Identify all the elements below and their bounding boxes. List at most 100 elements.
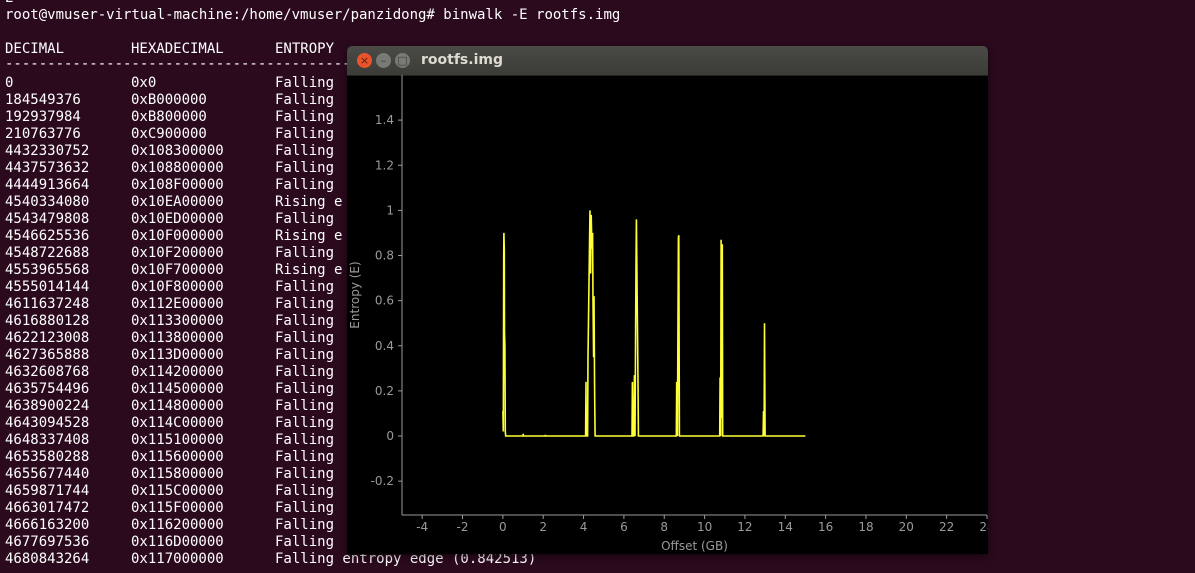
row-hexadecimal: 0x113300000: [131, 313, 224, 329]
row-entropy: Falling: [275, 517, 335, 533]
row-hexadecimal: 0x10F800000: [131, 279, 224, 295]
row-entropy: Falling: [275, 211, 335, 227]
entropy-plot-window[interactable]: × – □ rootfs.img -0.2 0 0.2 0.4 0.6 0.8 1 1.2 1.…: [347, 46, 988, 554]
row-hexadecimal: 0x114C00000: [131, 415, 224, 431]
row-entropy: Falling: [275, 109, 335, 125]
row-entropy: Falling: [275, 466, 335, 482]
row-hexadecimal: 0x115600000: [131, 449, 224, 465]
row-hexadecimal: 0x114500000: [131, 381, 224, 397]
row-hexadecimal: 0x0: [131, 75, 157, 91]
row-hexadecimal: 0x10F700000: [131, 262, 224, 278]
x-tick-label: 8: [660, 520, 668, 534]
row-decimal: 4553965568: [5, 262, 90, 278]
row-decimal: 4548722688: [5, 245, 90, 261]
row-decimal: 4643094528: [5, 415, 90, 431]
row-entropy: Falling: [275, 449, 335, 465]
x-tick-label: 24: [979, 520, 988, 534]
row-decimal: 4555014144: [5, 279, 90, 295]
row-hexadecimal: 0x115C00000: [131, 483, 224, 499]
row-decimal: 4655677440: [5, 466, 90, 482]
y-axis-label: Entropy (E): [348, 261, 362, 328]
x-tick-label: 16: [818, 520, 833, 534]
row-entropy: Falling: [275, 534, 335, 550]
y-tick-label: 0.8: [375, 249, 394, 263]
x-tick-label: 20: [899, 520, 914, 534]
row-entropy: Falling: [275, 296, 335, 312]
row-decimal: 4659871744: [5, 483, 90, 499]
row-hexadecimal: 0x10ED00000: [131, 211, 224, 227]
row-decimal: 4680843264: [5, 551, 90, 567]
row-decimal: 210763776: [5, 126, 81, 142]
x-tick-label: 22: [939, 520, 954, 534]
row-hexadecimal: 0x10F000000: [131, 228, 224, 244]
row-entropy: Rising e: [275, 194, 343, 210]
row-decimal: 4677697536: [5, 534, 90, 550]
row-entropy: Falling: [275, 177, 335, 193]
y-tick-label: 1.2: [375, 158, 394, 172]
y-tick-label: 0: [386, 429, 394, 443]
row-decimal: 4622123008: [5, 330, 90, 346]
row-entropy: Falling: [275, 245, 335, 261]
minimize-window-button[interactable]: –: [376, 53, 391, 68]
row-hexadecimal: 0xB800000: [131, 109, 207, 125]
row-entropy: Falling: [275, 330, 335, 346]
row-decimal: 0: [5, 75, 14, 91]
x-tick-label: 0: [499, 520, 507, 534]
row-entropy: Falling: [275, 143, 335, 159]
window-titlebar[interactable]: × – □ rootfs.img: [347, 46, 988, 76]
row-hexadecimal: 0x112E00000: [131, 296, 224, 312]
row-decimal: 4437573632: [5, 160, 90, 176]
y-tick-label: 0.6: [375, 294, 394, 308]
row-hexadecimal: 0xB000000: [131, 92, 207, 108]
row-decimal: 4611637248: [5, 296, 90, 312]
row-decimal: 4663017472: [5, 500, 90, 516]
row-decimal: 4444913664: [5, 177, 90, 193]
row-decimal: 4638900224: [5, 398, 90, 414]
row-entropy: Falling: [275, 483, 335, 499]
row-decimal: 184549376: [5, 92, 81, 108]
row-decimal: 4616880128: [5, 313, 90, 329]
row-entropy: Rising e: [275, 228, 343, 244]
x-tick-label: 12: [737, 520, 752, 534]
window-title: rootfs.img: [421, 52, 503, 68]
row-hexadecimal: 0x116200000: [131, 517, 224, 533]
row-decimal: 4546625536: [5, 228, 90, 244]
row-hexadecimal: 0x113D00000: [131, 347, 224, 363]
row-entropy: Rising e: [275, 262, 343, 278]
y-tick-label: -0.2: [371, 474, 394, 488]
row-entropy: Falling: [275, 347, 335, 363]
x-tick-label: -4: [416, 520, 428, 534]
y-tick-label: 1: [386, 203, 394, 217]
row-entropy: Falling: [275, 381, 335, 397]
row-hexadecimal: 0x114200000: [131, 364, 224, 380]
row-entropy: Falling: [275, 313, 335, 329]
row-decimal: 4653580288: [5, 449, 90, 465]
row-hexadecimal: 0x108800000: [131, 160, 224, 176]
row-decimal: 4540334080: [5, 194, 90, 210]
x-axis-label: Offset (GB): [661, 539, 728, 553]
close-window-button[interactable]: ×: [357, 53, 372, 68]
row-hexadecimal: 0x115100000: [131, 432, 224, 448]
row-entropy: Falling: [275, 500, 335, 516]
row-hexadecimal: 0x114800000: [131, 398, 224, 414]
row-hexadecimal: 0x108F00000: [131, 177, 224, 193]
row-hexadecimal: 0x10F200000: [131, 245, 224, 261]
row-hexadecimal: 0x117000000: [131, 551, 224, 567]
y-tick-label: 0.4: [375, 339, 394, 353]
row-entropy: Falling: [275, 432, 335, 448]
terminal-prompt: root@vmuser-virtual-machine:/home/vmuser…: [5, 7, 621, 23]
row-hexadecimal: 0x113800000: [131, 330, 224, 346]
row-entropy: Falling: [275, 160, 335, 176]
row-entropy: Falling: [275, 279, 335, 295]
maximize-window-button[interactable]: □: [395, 53, 410, 68]
row-entropy: Falling: [275, 126, 335, 142]
y-tick-label: 1.4: [375, 113, 394, 127]
row-decimal: 4666163200: [5, 517, 90, 533]
row-hexadecimal: 0x115800000: [131, 466, 224, 482]
x-tick-label: -2: [457, 520, 469, 534]
x-tick-label: 4: [580, 520, 588, 534]
row-hexadecimal: 0x115F00000: [131, 500, 224, 516]
row-decimal: 192937984: [5, 109, 81, 125]
row-decimal: 4627365888: [5, 347, 90, 363]
entropy-series-line: [502, 210, 806, 437]
